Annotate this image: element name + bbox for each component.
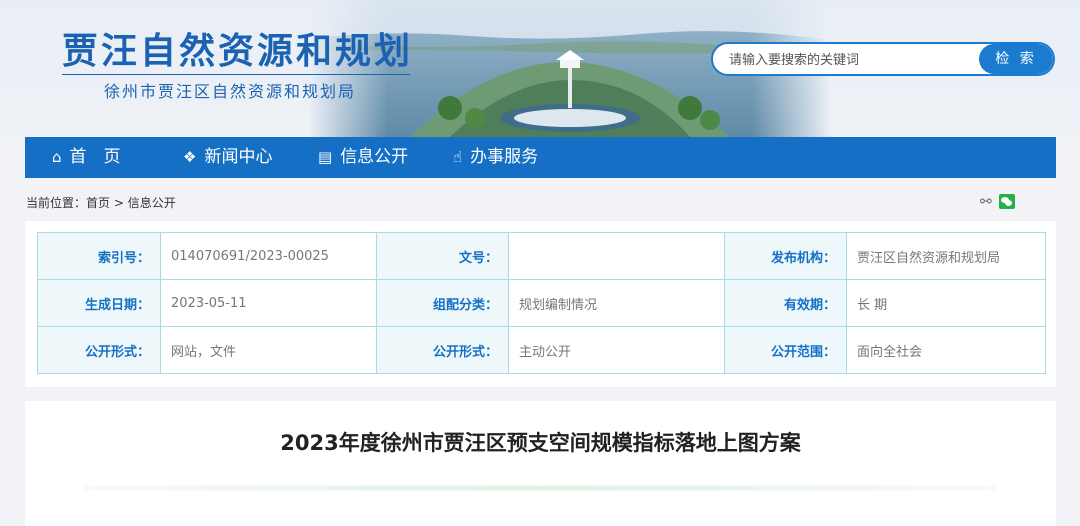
globe-icon: ❖: [183, 148, 197, 166]
table-row: 生成日期： 2023-05-11 组配分类： 规划编制情况 有效期： 长 期: [37, 279, 1046, 327]
nav-item-info[interactable]: ▤ 信息公开: [318, 137, 408, 178]
publish-form-label: 公开形式：: [37, 326, 161, 374]
nav-item-news[interactable]: ❖ 新闻中心: [183, 137, 272, 178]
breadcrumb: 当前位置：首页 > 信息公开: [26, 194, 176, 211]
doc-number-label: 文号：: [376, 232, 509, 280]
header-banner: 贾汪自然资源和规划 徐州市贾汪区自然资源和规划局 检 索: [0, 0, 1080, 137]
article-panel: 2023年度徐州市贾汪区预支空间规模指标落地上图方案: [25, 401, 1056, 526]
table-row: 公开形式： 网站，文件 公开形式： 主动公开 公开范围： 面向全社会: [37, 326, 1046, 374]
info-panel: 索引号： 014070691/2023-00025 文号： 发布机构： 贾汪区自…: [25, 221, 1056, 387]
publisher-value: 贾汪区自然资源和规划局: [846, 232, 1046, 280]
share-tools: ⚯: [980, 193, 1016, 211]
site-subtitle: 徐州市贾汪区自然资源和规划局: [104, 82, 357, 101]
search-box: 检 索: [711, 42, 1055, 76]
metadata-table: 索引号： 014070691/2023-00025 文号： 发布机构： 贾汪区自…: [37, 232, 1046, 374]
nav-item-services[interactable]: ☝ 办事服务: [453, 137, 538, 178]
created-date-label: 生成日期：: [37, 279, 161, 327]
thumbs-up-icon: ☝: [453, 148, 463, 166]
category-value: 规划编制情况: [508, 279, 725, 327]
nav-item-label: 办事服务: [470, 147, 539, 167]
publish-form-value: 网站，文件: [160, 326, 377, 374]
breadcrumb-separator: >: [110, 196, 128, 210]
main-nav: ⌂ 首 页 ❖ 新闻中心 ▤ 信息公开 ☝ 办事服务: [25, 137, 1056, 178]
index-number-label: 索引号：: [37, 232, 161, 280]
search-button[interactable]: 检 索: [979, 44, 1053, 74]
article-title: 2023年度徐州市贾汪区预支空间规模指标落地上图方案: [280, 431, 801, 455]
table-row: 索引号： 014070691/2023-00025 文号： 发布机构： 贾汪区自…: [37, 232, 1046, 280]
share-icon[interactable]: ⚯: [980, 194, 992, 210]
validity-label: 有效期：: [724, 279, 847, 327]
publish-mode-label: 公开形式：: [376, 326, 509, 374]
breadcrumb-current[interactable]: 信息公开: [128, 196, 176, 210]
doc-number-value: [508, 232, 725, 280]
publish-mode-value: 主动公开: [508, 326, 725, 374]
category-label: 组配分类：: [376, 279, 509, 327]
created-date-value: 2023-05-11: [160, 279, 377, 327]
publisher-label: 发布机构：: [724, 232, 847, 280]
nav-item-label: 新闻中心: [204, 147, 273, 167]
title-underline: [62, 74, 410, 75]
publish-scope-value: 面向全社会: [846, 326, 1046, 374]
breadcrumb-prefix: 当前位置：: [26, 196, 87, 210]
home-icon: ⌂: [52, 148, 62, 166]
index-number-value: 014070691/2023-00025: [160, 232, 377, 280]
validity-value: 长 期: [846, 279, 1046, 327]
breadcrumb-home-link[interactable]: 首页: [86, 196, 110, 210]
title-divider: [85, 485, 995, 491]
nav-item-label: 首 页: [69, 147, 121, 167]
document-icon: ▤: [318, 148, 333, 166]
wechat-icon[interactable]: [999, 194, 1015, 209]
nav-item-label: 信息公开: [340, 147, 409, 167]
nav-item-home[interactable]: ⌂ 首 页: [52, 137, 121, 178]
publish-scope-label: 公开范围：: [724, 326, 847, 374]
search-input[interactable]: [727, 44, 981, 74]
site-title: 贾汪自然资源和规划: [62, 31, 414, 72]
